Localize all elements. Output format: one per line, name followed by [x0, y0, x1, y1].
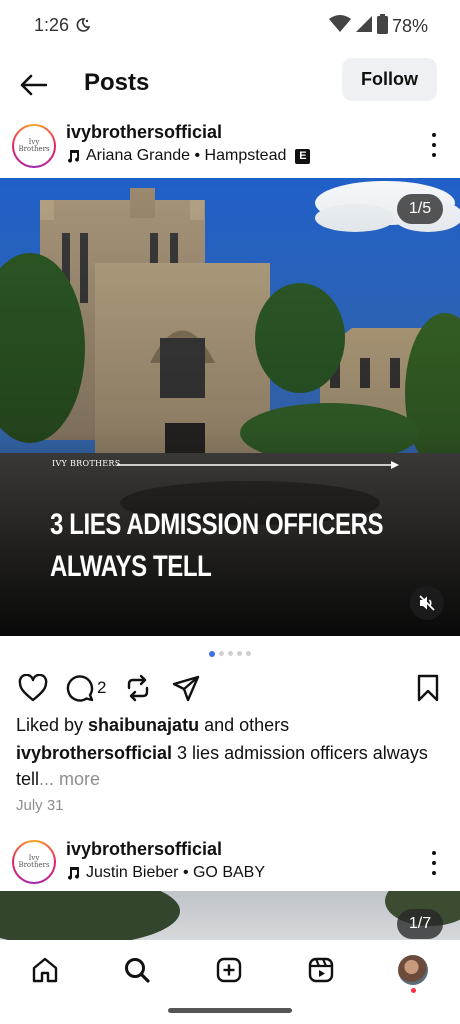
page-title: Posts [84, 69, 150, 96]
nav-create[interactable] [211, 952, 247, 988]
carousel-dot [219, 651, 224, 656]
notification-dot [411, 988, 416, 993]
avatar[interactable]: Ivy Brothers [12, 840, 56, 884]
post-actions: 2 [0, 670, 460, 704]
carousel-dot [228, 651, 233, 656]
page-header: Posts Follow [0, 58, 460, 108]
like-button[interactable] [18, 674, 48, 702]
follow-button[interactable]: Follow [342, 58, 437, 101]
battery-percent: 78% [391, 16, 428, 36]
caption-username[interactable]: ivybrothersofficial [16, 743, 172, 763]
do-not-disturb-moon-icon [75, 17, 91, 38]
image-counter: 1/7 [397, 909, 443, 939]
post-header: Ivy Brothers ivybrothersofficial Justin … [0, 836, 460, 892]
more-options-icon[interactable] [422, 848, 446, 878]
repost-button[interactable] [125, 674, 151, 702]
post-username[interactable]: ivybrothersofficial [66, 122, 222, 143]
search-icon [125, 958, 150, 983]
profile-avatar [398, 955, 428, 985]
more-options-icon[interactable] [422, 130, 446, 160]
nav-profile[interactable] [395, 952, 431, 993]
liked-by[interactable]: Liked by shaibunajatu and others [16, 715, 289, 736]
overlay-headline-line2: ALWAYS TELL [50, 550, 212, 583]
carousel-dots [0, 650, 460, 657]
home-icon [32, 957, 58, 983]
image-counter: 1/5 [397, 194, 443, 224]
share-button[interactable] [172, 674, 200, 702]
reels-icon [308, 957, 334, 983]
status-time: 1:26 [34, 15, 70, 35]
save-button[interactable] [416, 674, 440, 702]
comment-button[interactable]: 2 [66, 674, 106, 702]
carousel-dot [246, 651, 251, 656]
overlay-headline-line1: 3 LIES ADMISSION OFFICERS [50, 508, 384, 541]
music-note-icon [68, 867, 80, 880]
nav-reels[interactable] [303, 952, 339, 988]
bookmark-icon [417, 674, 439, 702]
speaker-muted-icon [419, 595, 435, 611]
send-paper-plane-icon [172, 675, 200, 702]
liked-suffix: and others [199, 715, 290, 735]
carousel-dot [209, 650, 215, 657]
avatar-logo: Ivy Brothers [14, 842, 54, 882]
post-music[interactable]: Ariana Grande • Hampstead E [66, 147, 311, 165]
nav-search[interactable] [119, 952, 155, 988]
music-label: Justin Bieber • GO BABY [86, 864, 266, 881]
comment-bubble-icon [66, 675, 94, 702]
post-photo [0, 891, 460, 940]
create-post-icon [216, 957, 242, 983]
overlay-headline: 3 LIES ADMISSION OFFICERS ALWAYS TELL [50, 504, 418, 588]
post-header: Ivy Brothers ivybrothersofficial Ariana … [0, 122, 460, 178]
music-label: Ariana Grande • Hampstead [86, 147, 287, 164]
nav-home[interactable] [27, 952, 63, 988]
heart-icon [18, 674, 48, 702]
wifi-icon [328, 15, 351, 38]
post-caption: ivybrothersofficial 3 lies admission off… [16, 740, 436, 792]
comment-count: 2 [97, 678, 107, 697]
cell-signal-icon [355, 15, 373, 38]
avatar-logo: Ivy Brothers [14, 126, 54, 166]
music-note-icon [68, 150, 80, 163]
carousel-dot [237, 651, 242, 656]
overlay-arrow-icon [117, 461, 399, 469]
mute-button[interactable] [410, 586, 444, 620]
status-indicators: 78% [328, 14, 428, 39]
post-date: July 31 [16, 797, 64, 814]
home-indicator-bar[interactable] [168, 1008, 292, 1013]
back-arrow-icon [20, 74, 47, 96]
repost-icon [127, 674, 149, 702]
post-username[interactable]: ivybrothersofficial [66, 839, 222, 860]
overlay-brand: IVY BROTHERS [52, 459, 121, 468]
explicit-badge: E [295, 148, 311, 164]
bottom-nav [0, 940, 460, 1000]
back-button[interactable] [16, 68, 50, 102]
liked-prefix: Liked by [16, 715, 89, 735]
caption-more-link[interactable]: ... more [39, 769, 100, 789]
post-media[interactable]: 1/7 [0, 891, 460, 940]
status-bar: 1:26 78% [0, 0, 460, 52]
post-media[interactable]: 1/5 IVY BROTHERS 3 LIES ADMISSION OFFICE… [0, 178, 460, 636]
liked-user[interactable]: shaibunajatu [88, 715, 199, 735]
avatar[interactable]: Ivy Brothers [12, 124, 56, 168]
battery-icon [376, 14, 388, 39]
post-music[interactable]: Justin Bieber • GO BABY [66, 864, 265, 882]
